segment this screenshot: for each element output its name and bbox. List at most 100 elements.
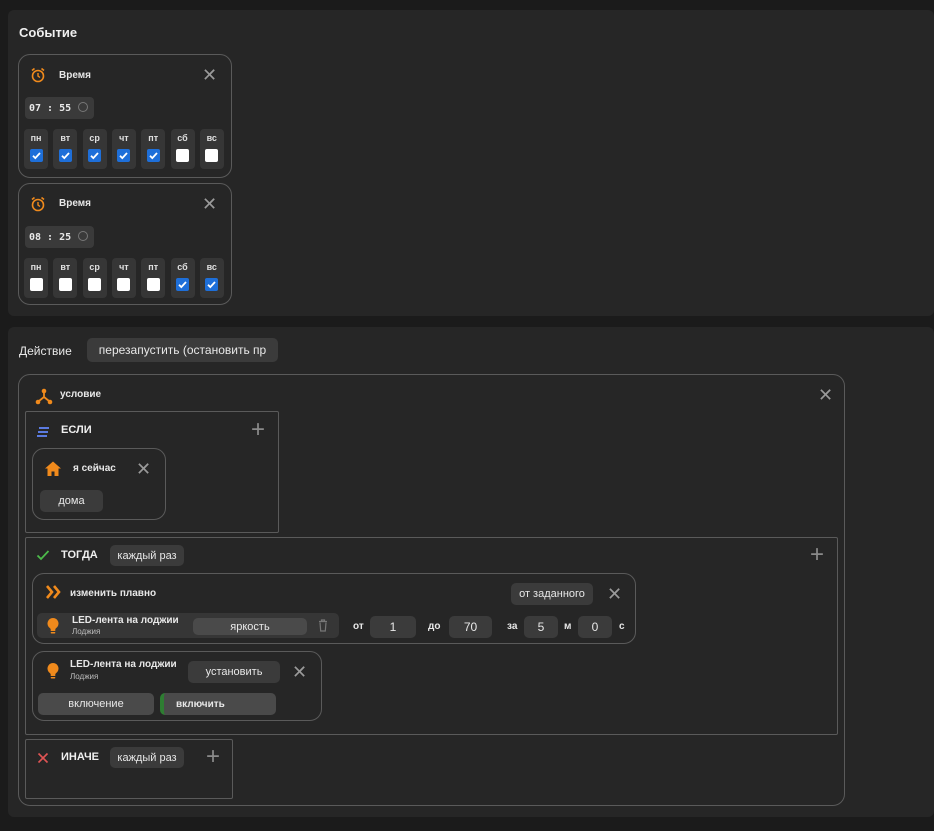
weekday-5: сб <box>170 258 195 298</box>
minutes-label: м <box>564 621 572 632</box>
weekday-checkbox[interactable] <box>176 149 189 162</box>
weekday-6: вс <box>199 129 224 169</box>
then-frequency-select[interactable]: каждый раз <box>110 545 184 566</box>
smooth-change-card: изменить плавно от заданного ✕ LED-лента… <box>32 573 636 644</box>
home-icon <box>44 460 62 478</box>
weekday-label: пн <box>30 133 42 143</box>
time-trigger-card-1: Время ✕ 07 : 55 пн вт ср чт пт сб вс <box>18 54 232 178</box>
weekday-1: вт <box>53 129 78 169</box>
bulb-icon <box>46 617 60 635</box>
device-room: Лоджия <box>70 672 99 681</box>
weekday-checkbox[interactable] <box>58 278 72 291</box>
seconds-input[interactable]: 0 <box>578 616 612 638</box>
minutes-input[interactable]: 5 <box>524 616 558 638</box>
add-then-button[interactable]: + <box>810 543 824 567</box>
weekday-checkbox[interactable] <box>29 149 43 162</box>
double-chevron-icon <box>45 584 61 600</box>
weekday-3: чт <box>111 129 136 169</box>
device-room: Лоджия <box>72 627 101 636</box>
weekday-label: пт <box>148 133 159 143</box>
to-value-input[interactable]: 70 <box>449 616 492 638</box>
weekday-2: ср <box>82 129 107 169</box>
presence-value-select[interactable]: дома <box>40 490 103 512</box>
weekday-label: вс <box>206 262 217 272</box>
set-value-select[interactable]: включить <box>160 693 276 715</box>
in-label: за <box>507 621 518 632</box>
trigger-label: Время <box>59 198 91 209</box>
close-icon[interactable]: ✕ <box>292 663 307 681</box>
x-mark-icon <box>37 751 49 764</box>
weekday-checkbox[interactable] <box>58 149 72 162</box>
smooth-change-label: изменить плавно <box>70 588 157 599</box>
weekday-checkbox[interactable] <box>205 278 219 291</box>
clock-icon <box>78 102 88 112</box>
if-lines-icon <box>36 425 50 437</box>
alarm-clock-icon <box>30 67 46 83</box>
weekday-0: пн <box>24 129 48 169</box>
weekday-label: чт <box>119 133 129 143</box>
weekday-label: ср <box>89 262 100 272</box>
close-icon[interactable]: ✕ <box>136 460 151 478</box>
if-label: ЕСЛИ <box>61 424 92 436</box>
check-icon <box>36 548 50 561</box>
alarm-clock-icon <box>30 196 46 212</box>
time-value: 08 : 25 <box>29 231 72 243</box>
time-value: 07 : 55 <box>29 102 72 114</box>
else-label: ИНАЧЕ <box>61 751 100 763</box>
weekday-checkbox[interactable] <box>205 149 219 162</box>
weekday-checkbox[interactable] <box>88 278 102 291</box>
else-frequency-select[interactable]: каждый раз <box>110 747 184 768</box>
weekday-checkbox[interactable] <box>88 149 102 162</box>
action-mode-select[interactable]: перезапустить (остановить пр <box>87 338 278 362</box>
weekday-0: пн <box>24 258 48 298</box>
weekday-6: вс <box>199 258 224 298</box>
trash-icon[interactable] <box>318 619 328 632</box>
weekday-label: ср <box>89 133 100 143</box>
weekday-5: сб <box>170 129 195 169</box>
clock-icon <box>78 231 88 241</box>
weekday-label: вс <box>206 133 217 143</box>
event-title: Событие <box>19 25 78 40</box>
weekday-4: пт <box>141 258 166 298</box>
weekday-label: сб <box>177 262 188 272</box>
weekday-2: ср <box>82 258 107 298</box>
weekday-label: пт <box>148 262 159 272</box>
weekday-label: пн <box>30 262 42 272</box>
to-label: до <box>428 621 441 632</box>
add-if-button[interactable]: + <box>251 418 265 442</box>
from-value-input[interactable]: 1 <box>370 616 416 638</box>
time-input[interactable]: 08 : 25 <box>25 226 94 248</box>
close-icon[interactable]: ✕ <box>202 195 217 213</box>
trigger-label: Время <box>59 70 91 81</box>
presence-card: я сейчас ✕ дома <box>32 448 166 520</box>
weekday-checkbox[interactable] <box>117 278 131 291</box>
presence-label: я сейчас <box>73 463 116 474</box>
weekday-label: вт <box>60 133 71 143</box>
seconds-label: с <box>619 621 625 632</box>
time-input[interactable]: 07 : 55 <box>25 97 94 119</box>
close-icon[interactable]: ✕ <box>202 66 217 84</box>
weekday-label: чт <box>119 262 129 272</box>
property-select[interactable]: яркость <box>193 618 307 635</box>
weekday-label: вт <box>60 262 71 272</box>
weekday-checkbox[interactable] <box>117 149 131 162</box>
add-else-button[interactable]: + <box>206 745 220 769</box>
set-property-select[interactable]: включение <box>38 693 154 715</box>
weekday-checkbox[interactable] <box>176 278 189 291</box>
device-name: LED-лента на лоджии <box>70 659 177 670</box>
weekday-checkbox[interactable] <box>146 278 160 291</box>
from-mode-select[interactable]: от заданного <box>511 583 593 605</box>
device-name: LED-лента на лоджии <box>72 615 179 626</box>
then-label: ТОГДА <box>61 549 98 561</box>
set-value-text: включить <box>176 698 225 710</box>
weekday-label: сб <box>177 133 188 143</box>
weekday-checkbox[interactable] <box>29 278 43 291</box>
condition-fork-icon <box>35 387 53 405</box>
weekday-3: чт <box>111 258 136 298</box>
close-icon[interactable]: ✕ <box>607 585 622 603</box>
weekday-checkbox[interactable] <box>146 149 160 162</box>
set-action-select[interactable]: установить <box>188 661 280 683</box>
bulb-icon <box>46 662 60 680</box>
condition-label: условие <box>60 389 102 400</box>
close-icon[interactable]: ✕ <box>818 386 833 404</box>
